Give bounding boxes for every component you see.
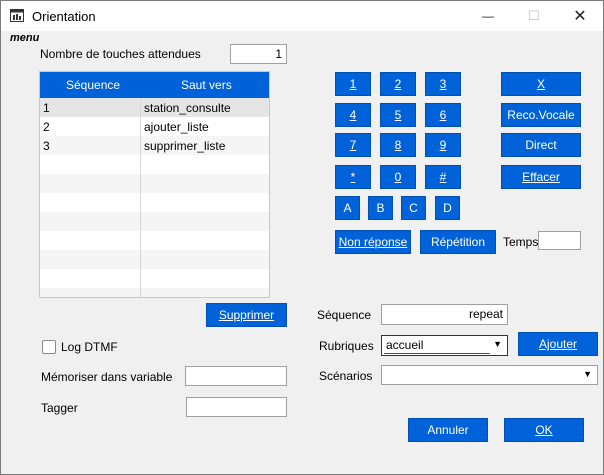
scenarios-dropdown[interactable]: ▼	[381, 365, 598, 385]
empty-row	[40, 269, 269, 288]
scenarios-label: Scénarios	[319, 369, 373, 383]
key-0-button[interactable]: 0	[380, 165, 416, 189]
key-d-button[interactable]: D	[435, 196, 460, 220]
chevron-down-icon: ▼	[493, 339, 502, 349]
memorize-label: Mémoriser dans variable	[41, 370, 173, 384]
key-star-button[interactable]: *	[335, 165, 371, 189]
expected-keys-input[interactable]: 1	[230, 44, 287, 64]
table-row[interactable]: 3 supprimer_liste	[40, 136, 269, 155]
key-4-button[interactable]: 4	[335, 103, 371, 127]
key-5-button[interactable]: 5	[380, 103, 416, 127]
expected-keys-label: Nombre de touches attendues	[40, 47, 201, 61]
tagger-label: Tagger	[41, 401, 78, 415]
menu-label: menu	[10, 32, 40, 44]
empty-row	[40, 212, 269, 231]
cell-target: supprimer_liste	[144, 139, 226, 153]
cell-sequence: 1	[43, 101, 50, 115]
tagger-input[interactable]	[186, 397, 287, 417]
no-answer-button[interactable]: Non réponse	[335, 230, 411, 254]
column-header-target[interactable]: Saut vers	[181, 78, 232, 92]
key-2-button[interactable]: 2	[380, 72, 416, 96]
rubriques-dropdown[interactable]: accueil ▼	[381, 335, 508, 356]
time-input[interactable]	[538, 231, 581, 250]
key-8-button[interactable]: 8	[380, 133, 416, 157]
direct-button[interactable]: Direct	[501, 133, 581, 157]
log-dtmf-checkbox[interactable]	[42, 340, 56, 354]
delete-button[interactable]: Supprimer	[206, 303, 287, 327]
repeat-button[interactable]: Répétition	[420, 230, 496, 254]
title-bar: Orientation — ☐ ✕	[1, 1, 603, 31]
app-icon	[10, 9, 24, 22]
cell-sequence: 3	[43, 139, 50, 153]
sequence-label: Séquence	[317, 308, 372, 322]
table-row[interactable]: 1 station_consulte	[40, 98, 269, 117]
key-c-button[interactable]: C	[401, 196, 426, 220]
maximize-icon: ☐	[528, 8, 540, 23]
key-hash-button[interactable]: #	[425, 165, 461, 189]
column-divider	[140, 98, 141, 297]
key-b-button[interactable]: B	[368, 196, 393, 220]
cell-sequence: 2	[43, 120, 50, 134]
x-button[interactable]: X	[501, 72, 581, 96]
empty-row	[40, 174, 269, 193]
rubriques-value: accueil	[386, 338, 424, 352]
minimize-button[interactable]: —	[465, 1, 511, 31]
reco-vocale-button[interactable]: Reco.Vocale	[501, 103, 581, 127]
cell-target: ajouter_liste	[144, 120, 209, 134]
empty-row	[40, 250, 269, 269]
chevron-down-icon: ▼	[583, 369, 592, 379]
empty-row	[40, 288, 269, 297]
key-6-button[interactable]: 6	[425, 103, 461, 127]
maximize-button[interactable]: ☐	[511, 1, 557, 31]
sequence-input[interactable]: repeat	[381, 304, 508, 325]
time-label: Temps	[503, 235, 539, 249]
key-a-button[interactable]: A	[335, 196, 360, 220]
memorize-input[interactable]	[185, 366, 287, 386]
key-3-button[interactable]: 3	[425, 72, 461, 96]
close-icon: ✕	[573, 8, 587, 25]
empty-row	[40, 155, 269, 174]
add-button[interactable]: Ajouter	[518, 332, 598, 356]
key-7-button[interactable]: 7	[335, 133, 371, 157]
empty-row	[40, 231, 269, 250]
ok-button[interactable]: OK	[504, 418, 584, 442]
cancel-button[interactable]: Annuler	[408, 418, 488, 442]
sequence-table[interactable]: Séquence Saut vers 1 station_consulte 2 …	[39, 71, 270, 298]
empty-row	[40, 193, 269, 212]
orientation-window: Orientation — ☐ ✕ menu Nombre de touches…	[0, 0, 604, 475]
rubriques-selection: accueil	[384, 338, 490, 354]
column-header-sequence[interactable]: Séquence	[66, 78, 120, 92]
window-title: Orientation	[32, 9, 96, 24]
log-dtmf-label: Log DTMF	[61, 340, 118, 354]
minimize-icon: —	[482, 9, 494, 23]
table-header: Séquence Saut vers	[40, 72, 269, 98]
table-row[interactable]: 2 ajouter_liste	[40, 117, 269, 136]
cell-target: station_consulte	[144, 101, 231, 115]
key-1-button[interactable]: 1	[335, 72, 371, 96]
effacer-button[interactable]: Effacer	[501, 165, 581, 189]
rubriques-label: Rubriques	[319, 339, 374, 353]
close-button[interactable]: ✕	[557, 1, 603, 31]
key-9-button[interactable]: 9	[425, 133, 461, 157]
